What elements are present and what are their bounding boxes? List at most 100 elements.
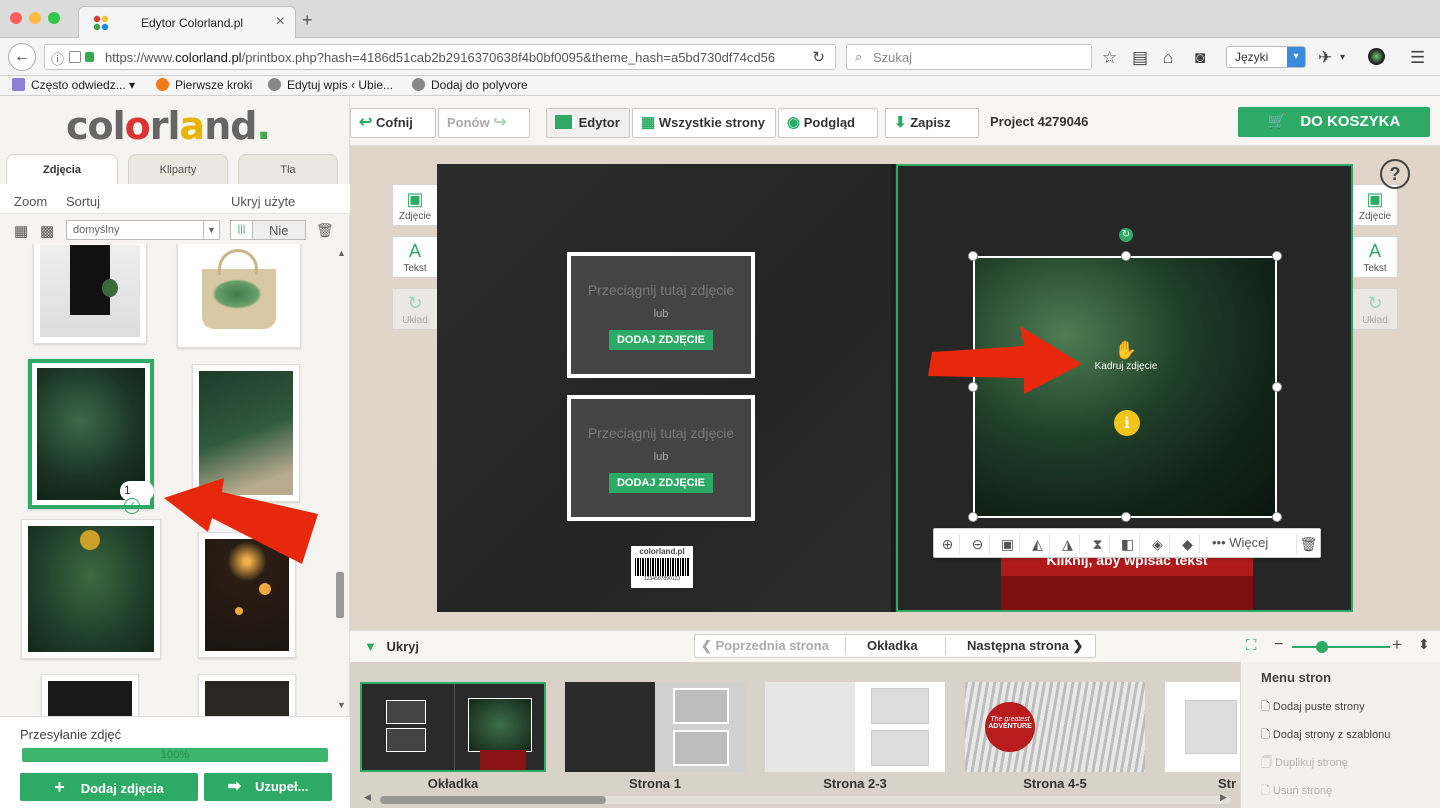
pocket-icon[interactable]: ◙ bbox=[1195, 48, 1205, 68]
gallery-scrollbar[interactable]: ▲ ▼ bbox=[336, 248, 346, 710]
large-grid-icon[interactable]: ▩ bbox=[40, 222, 54, 240]
resize-handle[interactable] bbox=[968, 512, 978, 522]
page-thumb-1[interactable] bbox=[565, 682, 745, 772]
bookmark-star-icon[interactable]: ☆ bbox=[1102, 48, 1117, 68]
bookmark-item[interactable]: Pierwsze kroki bbox=[156, 78, 252, 92]
zoom-slider[interactable] bbox=[1292, 646, 1390, 648]
resize-handle[interactable] bbox=[1121, 251, 1131, 261]
add-template-pages-item[interactable]: 🗋 Dodaj strony z szablonu bbox=[1261, 726, 1390, 745]
page-thumb-4-5[interactable]: The greatest ADVENTURE bbox=[965, 682, 1145, 772]
trash-icon[interactable]: 🗑 bbox=[316, 222, 334, 239]
tab-backgrounds[interactable]: Tła bbox=[238, 154, 338, 184]
more-button[interactable]: ••• Więcej bbox=[1212, 535, 1268, 550]
gallery-photo[interactable] bbox=[177, 244, 301, 348]
add-to-cart-button[interactable]: 🛒 DO KOSZYKA bbox=[1238, 107, 1430, 137]
fit-to-screen-icon[interactable]: ⛶ bbox=[1246, 637, 1257, 654]
scroll-right-icon[interactable]: ▶ bbox=[1220, 792, 1227, 803]
layout-tool[interactable]: ↻ Układ bbox=[392, 288, 438, 330]
reading-list-icon[interactable]: ▤ bbox=[1132, 48, 1148, 68]
add-blank-pages-item[interactable]: 🗋 Dodaj puste strony bbox=[1261, 698, 1365, 717]
gallery-photo[interactable] bbox=[41, 674, 139, 716]
new-tab-button[interactable]: + bbox=[302, 10, 313, 31]
zoom-out-button[interactable]: − bbox=[1274, 636, 1283, 654]
layout-tool-right[interactable]: ↻ Układ bbox=[1352, 288, 1398, 330]
colorland-logo[interactable]: colorland. bbox=[66, 104, 271, 148]
replace-image-icon[interactable]: ◧ bbox=[1116, 534, 1140, 554]
bring-forward-icon[interactable]: ◈ bbox=[1146, 534, 1170, 554]
add-photo-tool-right[interactable]: ▣ Zdjęcie bbox=[1352, 184, 1398, 226]
small-grid-icon[interactable]: ▦ bbox=[14, 222, 28, 240]
zoom-slider-thumb[interactable] bbox=[1316, 641, 1328, 653]
gallery-photo-selected[interactable]: 1 ✓ bbox=[28, 359, 154, 514]
tab-cliparts[interactable]: Kliparty bbox=[128, 154, 228, 184]
editor-mode-button[interactable]: Edytor bbox=[546, 108, 630, 138]
send-backward-icon[interactable]: ◆ bbox=[1176, 534, 1200, 554]
resize-handle[interactable] bbox=[968, 251, 978, 261]
info-icon[interactable]: ⓘ bbox=[51, 49, 64, 68]
reload-icon[interactable]: ↻ bbox=[812, 48, 825, 66]
add-text-tool-right[interactable]: A Tekst bbox=[1352, 236, 1398, 278]
page-thumb-next[interactable] bbox=[1165, 682, 1240, 772]
duplicate-page-item[interactable]: 🗍 Duplikuj stronę bbox=[1261, 754, 1348, 773]
scroll-down-icon[interactable]: ▼ bbox=[337, 700, 346, 710]
fit-image-icon[interactable]: ▣ bbox=[996, 534, 1020, 554]
page-thumb-2-3[interactable] bbox=[765, 682, 945, 772]
bookmark-item[interactable]: Edytuj wpis ‹ Ubie... bbox=[268, 78, 393, 92]
preview-button[interactable]: ◉ Podgląd bbox=[778, 108, 878, 138]
thumbnails-scrollbar[interactable]: ◀ ▶ bbox=[364, 792, 1230, 804]
rotate-right-icon[interactable]: ◮ bbox=[1056, 534, 1080, 554]
maximize-window-button[interactable] bbox=[48, 12, 60, 24]
zoom-out-icon[interactable]: ⊖ bbox=[966, 534, 990, 554]
dropdown-arrow-icon[interactable]: ▾ bbox=[1340, 52, 1345, 63]
info-icon[interactable]: i bbox=[1114, 410, 1140, 436]
resize-handle[interactable] bbox=[1272, 251, 1282, 261]
resize-handle[interactable] bbox=[1121, 512, 1131, 522]
add-text-tool[interactable]: A Tekst bbox=[392, 236, 438, 278]
redo-button[interactable]: Ponów ↪ bbox=[438, 108, 530, 138]
menu-hamburger-icon[interactable]: ☰ bbox=[1410, 48, 1425, 68]
add-photo-button[interactable]: DODAJ ZDJĘCIE bbox=[608, 473, 714, 493]
url-bar[interactable]: ⓘ https://www.colorland.pl/printbox.php?… bbox=[44, 44, 836, 70]
browser-tab[interactable]: Edytor Colorland.pl × bbox=[78, 6, 296, 38]
tab-photos[interactable]: Zdjęcia bbox=[6, 154, 118, 184]
all-pages-button[interactable]: ▦ Wszystkie strony bbox=[632, 108, 776, 138]
gallery-photo[interactable] bbox=[33, 244, 147, 344]
gallery-photo[interactable] bbox=[198, 674, 296, 716]
photo-placeholder[interactable]: Przeciągnij tutaj zdjęcie lub DODAJ ZDJĘ… bbox=[567, 252, 755, 378]
delete-page-item[interactable]: 🗋 Usuń stronę bbox=[1261, 782, 1332, 801]
save-button[interactable]: ⬇ Zapisz bbox=[885, 108, 979, 138]
language-select[interactable]: Języki ▾ bbox=[1226, 46, 1306, 68]
add-photos-button[interactable]: + Dodaj zdjęcia bbox=[20, 773, 198, 801]
fullscreen-icon[interactable]: ⬍ bbox=[1418, 636, 1430, 653]
extension-icon[interactable]: ✈ bbox=[1318, 48, 1332, 68]
resize-handle[interactable] bbox=[1272, 512, 1282, 522]
flip-icon[interactable]: ⧗ bbox=[1086, 534, 1110, 554]
profile-icon[interactable] bbox=[1368, 48, 1385, 65]
hide-used-toggle[interactable]: ||| Nie bbox=[230, 220, 306, 240]
rotate-handle-icon[interactable]: ↻ bbox=[1119, 228, 1133, 242]
add-photo-tool[interactable]: ▣ Zdjęcie bbox=[392, 184, 438, 226]
tab-close-icon[interactable]: × bbox=[276, 13, 285, 31]
scroll-left-icon[interactable]: ◀ bbox=[364, 792, 371, 803]
home-icon[interactable]: ⌂ bbox=[1163, 48, 1173, 68]
rotate-left-icon[interactable]: ◭ bbox=[1026, 534, 1050, 554]
autofill-button[interactable]: ➡ Uzupeł... bbox=[204, 773, 332, 801]
undo-button[interactable]: ↩ Cofnij bbox=[350, 108, 436, 138]
search-box[interactable]: ⌕ Szukaj bbox=[846, 44, 1092, 70]
back-arrow-icon[interactable]: ← bbox=[8, 43, 36, 71]
help-icon[interactable]: ? bbox=[1380, 159, 1410, 189]
bookmark-item[interactable]: Dodaj do polyvore bbox=[412, 78, 528, 92]
next-page-button[interactable]: Następna strona ❯ bbox=[967, 638, 1083, 654]
cover-back-page[interactable] bbox=[437, 164, 892, 612]
previous-page-button[interactable]: ❮ Poprzednia strona bbox=[701, 638, 829, 654]
resize-handle[interactable] bbox=[1272, 382, 1282, 392]
sort-select[interactable]: domyślny ▼ bbox=[66, 220, 220, 240]
hide-thumbnails-button[interactable]: ▼ Ukryj bbox=[364, 639, 419, 654]
crop-hint[interactable]: ✋ Kadruj zdjęcie bbox=[1094, 340, 1158, 410]
add-photo-button[interactable]: DODAJ ZDJĘCIE bbox=[608, 330, 714, 350]
scrollbar-thumb[interactable] bbox=[380, 796, 606, 804]
minimize-window-button[interactable] bbox=[29, 12, 41, 24]
photo-placeholder[interactable]: Przeciągnij tutaj zdjęcie lub DODAJ ZDJĘ… bbox=[567, 395, 755, 521]
scroll-up-icon[interactable]: ▲ bbox=[337, 248, 346, 258]
zoom-in-button[interactable]: + bbox=[1392, 635, 1402, 655]
